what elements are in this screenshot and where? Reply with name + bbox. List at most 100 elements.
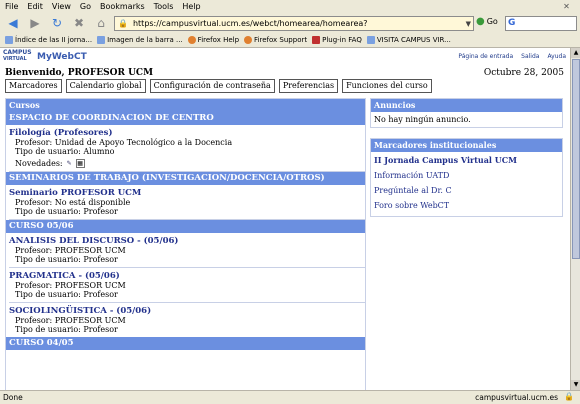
course-entry: Seminario PROFESOR UCM Profesor: No está… [6,185,365,220]
mywebct-title: MyWebCT [37,52,87,62]
address-bar[interactable]: 🔒 https://campusvirtual.ucm.es/webct/hom… [114,16,474,31]
stop-icon[interactable]: ✖ [70,15,88,31]
course-instructor: Profesor: Unidad de Apoyo Tecnológico a … [15,138,233,147]
go-icon: ● [476,16,485,27]
scroll-up-icon[interactable]: ▲ [571,48,580,58]
institutional-bookmarks-title: Marcadores institucionales [371,139,562,152]
webct-header: CAMPUS VIRTUAL MyWebCT Página de entrada… [0,48,570,67]
right-column: Anuncios No hay ningún anuncio. Marcador… [370,98,563,227]
menu-bar: File Edit View Go Bookmarks Tools Help ✕ [0,0,580,14]
course-category: CURSO 05/06 [6,220,365,233]
campus-virtual-logo[interactable]: CAMPUS VIRTUAL [3,50,33,63]
logout-link[interactable]: Salida [521,53,539,60]
lock-icon[interactable]: 🔒 [564,392,574,401]
institutional-link[interactable]: II Jornada Campus Virtual UCM [371,152,562,168]
google-search-icon: G [508,18,516,28]
home-icon[interactable]: ⌂ [92,15,110,31]
status-host: campusvirtual.ucm.es [475,393,558,402]
announcements-title: Anuncios [371,99,562,112]
vertical-scrollbar[interactable]: ▲ ▼ [570,48,580,390]
address-dropdown-icon[interactable]: ▼ [466,20,471,28]
course-entry: PRAGMATICA - (05/06) Profesor: PROFESOR … [6,268,365,303]
navigation-toolbar: ◀ ▶ ↻ ✖ ⌂ 🔒 https://campusvirtual.ucm.es… [0,13,580,33]
course-entry: SOCIOLINGÜISTICA - (05/06) Profesor: PRO… [6,303,365,334]
courses-title: Cursos [6,99,365,112]
bookmark-item[interactable]: Índice de las II jorna... [5,36,92,44]
preferences-button[interactable]: Preferencias [278,79,339,93]
close-icon[interactable]: ✕ [561,1,572,12]
course-link[interactable]: Seminario PROFESOR UCM [9,188,365,198]
course-instructor: Profesor: No está disponible [15,198,131,207]
course-entry: ANALISIS DEL DISCURSO - (05/06) Profesor… [6,233,365,268]
course-link[interactable]: ANALISIS DEL DISCURSO - (05/06) [9,236,365,246]
home-page-link[interactable]: Página de entrada [458,53,513,60]
go-button[interactable]: ● Go [476,16,498,27]
go-label: Go [486,17,498,26]
bookmark-item[interactable]: Firefox Support [244,36,307,44]
menu-bookmarks[interactable]: Bookmarks [100,2,145,11]
forward-icon[interactable]: ▶ [26,15,44,31]
institutional-bookmarks-panel: Marcadores institucionales II Jornada Ca… [370,138,563,217]
announcements-text: No hay ningún anuncio. [374,115,471,124]
course-link[interactable]: Filología (Profesores) [9,128,365,138]
bookmarks-toolbar: Índice de las II jorna... Imagen de la b… [0,33,580,48]
course-instructor: Profesor: PROFESOR UCM [15,281,126,290]
bookmarks-button[interactable]: Marcadores [5,79,62,93]
scroll-down-icon[interactable]: ▼ [571,380,580,390]
course-user-type: Tipo de usuario: Profesor [15,255,118,264]
menu-view[interactable]: View [52,2,71,11]
course-user-type: Tipo de usuario: Profesor [15,290,118,299]
page-content: Bienvenido, PROFESOR UCM Octubre 28, 200… [0,66,570,390]
bookmark-icon [5,36,13,44]
firefox-icon [244,36,253,44]
bookmark-item[interactable]: Plug-in FAQ [312,36,362,44]
plugin-icon [312,36,321,44]
bookmark-icon [366,36,375,44]
course-category: ESPACIO DE COORDINACION DE CENTRO [6,112,365,125]
password-settings-button[interactable]: Configuración de contraseña [149,79,275,93]
current-date: Octubre 28, 2005 [483,68,564,78]
course-news: Novedades: ✎ ▦ [15,159,85,168]
announcements-panel: Anuncios No hay ningún anuncio. [370,98,563,128]
course-instructor: Profesor: PROFESOR UCM [15,316,126,325]
status-bar: Done campusvirtual.ucm.es 🔒 [0,390,580,404]
help-link[interactable]: Ayuda [547,53,566,60]
reload-icon[interactable]: ↻ [48,15,66,31]
course-instructor: Profesor: PROFESOR UCM [15,246,126,255]
bookmark-item[interactable]: Firefox Help [187,36,239,44]
header-links: Página de entrada Salida Ayuda [450,53,566,60]
calendar-icon[interactable]: ▦ [75,159,85,168]
secure-lock-icon: 🔒 [118,19,128,28]
course-user-type: Tipo de usuario: Alumno [15,147,115,156]
bookmark-icon [97,36,106,44]
institutional-link[interactable]: Foro sobre WebCT [371,198,562,216]
course-user-type: Tipo de usuario: Profesor [15,325,118,334]
bookmark-item[interactable]: VISITA CAMPUS VIR... [366,36,451,44]
firefox-icon [187,36,196,44]
status-text: Done [3,393,23,402]
welcome-text: Bienvenido, PROFESOR UCM [5,68,154,78]
menu-help[interactable]: Help [182,2,200,11]
page-toolbar: Marcadores Calendario global Configuraci… [5,79,436,93]
back-icon[interactable]: ◀ [4,15,22,31]
menu-tools[interactable]: Tools [154,2,174,11]
course-link[interactable]: PRAGMATICA - (05/06) [9,271,365,281]
scroll-thumb[interactable] [572,59,580,259]
institutional-link[interactable]: Información UATD [371,168,562,183]
menu-edit[interactable]: Edit [27,2,43,11]
courses-panel: Cursos ESPACIO DE COORDINACION DE CENTRO… [5,98,366,390]
menu-go[interactable]: Go [80,2,91,11]
address-url[interactable]: https://campusvirtual.ucm.es/webct/homea… [133,19,368,28]
course-link[interactable]: SOCIOLINGÜISTICA - (05/06) [9,306,365,316]
bookmark-item[interactable]: Imagen de la barra ... [97,36,183,44]
menu-file[interactable]: File [5,2,18,11]
course-user-type: Tipo de usuario: Profesor [15,207,118,216]
discussion-icon[interactable]: ✎ [66,160,73,167]
course-entry: Filología (Profesores) Profesor: Unidad … [6,125,365,172]
course-category: SEMINARIOS DE TRABAJO (INVESTIGACION/DOC… [6,172,365,185]
course-functions-button[interactable]: Funciones del curso [342,79,432,93]
institutional-link[interactable]: Pregúntale al Dr. C [371,183,562,198]
course-category: CURSO 04/05 [6,337,365,350]
global-calendar-button[interactable]: Calendario global [65,79,146,93]
search-input[interactable]: G [505,16,577,31]
